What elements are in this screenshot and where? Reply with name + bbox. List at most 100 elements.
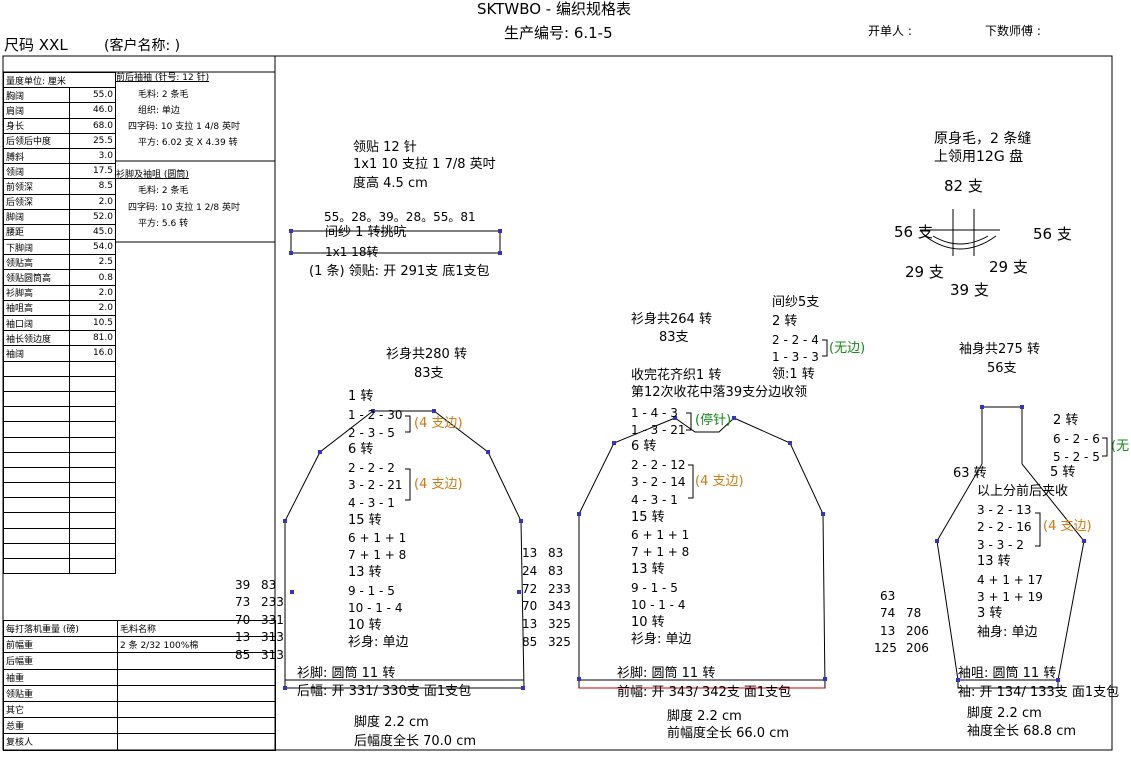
weight-row-label: 复核人 — [3, 733, 118, 751]
back-open: 后幅: 开 331/ 330支 面1支包 — [297, 684, 472, 699]
front-line: 6 + 1 + 1 — [631, 528, 690, 542]
neck-count: 56 支 — [894, 223, 933, 241]
neck-count: 29 支 — [989, 258, 1028, 276]
measure-value: 0.8 — [69, 269, 116, 286]
sleeve-left-num: 206 — [906, 641, 929, 655]
measure-value: 25.5 — [69, 132, 116, 149]
back-line: 衫身: 单边 — [348, 635, 409, 650]
spec1-line: 四字码: 10 支拉 1 4/8 英吋 — [128, 122, 240, 132]
measure-label: 衫脚高 — [3, 284, 70, 301]
back-left-num: 39 — [235, 578, 251, 592]
front-line: 1 - 3 - 21 — [631, 423, 686, 437]
back-right-num: 83 — [548, 546, 564, 560]
back-line: 3 - 2 - 21 — [348, 478, 403, 492]
back-title: 衫身共280 转 — [386, 347, 467, 362]
sleeve-line: 2 转 — [1053, 413, 1079, 428]
front-line: 15 转 — [631, 510, 665, 525]
measure-label: 后领深 — [3, 193, 70, 210]
measure-label: 袖咀高 — [3, 299, 70, 317]
spec1-line: 平方: 6.02 支 X 4.39 转 — [138, 138, 238, 148]
sleeve-hem-height: 脚度 2.2 cm — [967, 706, 1042, 721]
back-line: 15 转 — [348, 513, 382, 528]
front-edge-tag: (4 支边) — [695, 474, 744, 489]
front-line: 10 - 1 - 4 — [631, 598, 686, 612]
front-line: 6 转 — [631, 439, 657, 454]
measure-label: 领贴高 — [3, 254, 70, 271]
back-edge-tag: (4 支边) — [414, 416, 463, 431]
collar-line: 1x1 18转 — [325, 245, 379, 259]
measure-label: 膊斜 — [3, 147, 70, 165]
sleeve-line: 63 转 — [953, 466, 987, 481]
front-line: 13 转 — [631, 562, 665, 577]
measure-label: 袖口阔 — [3, 314, 70, 332]
weight-row-value: 2 条 2/32 100%棉 — [117, 636, 276, 654]
back-line: 2 - 3 - 5 — [348, 426, 395, 440]
back-right-num: 83 — [548, 564, 564, 578]
collar-line: 领贴 12 针 — [353, 140, 417, 155]
front-top-line: 1 - 3 - 3 — [772, 350, 819, 364]
measure-label: 下脚阔 — [3, 239, 70, 256]
sleeve-no-edge-tag: (无 — [1111, 439, 1130, 454]
front-line: 2 - 2 - 12 — [631, 458, 686, 472]
spec2-line: 四字码: 10 支拉 1 2/8 英吋 — [128, 203, 240, 213]
measure-label: 袖阔 — [3, 345, 70, 362]
front-top-line: 间纱5支 — [772, 295, 820, 310]
spec1-line: 组织: 单边 — [138, 106, 180, 116]
back-left-num: 313 — [261, 648, 284, 662]
sleeve-line: 3 - 3 - 2 — [977, 538, 1024, 552]
weight-row-label: 总重 — [3, 717, 118, 735]
sleeve-left-num: 13 — [880, 624, 896, 638]
sleeve-edge-tag: (4 支边) — [1043, 519, 1092, 534]
back-line: 10 转 — [348, 618, 382, 633]
collar-numbers: 55。28。39。28。55。81 — [324, 210, 476, 224]
sleeve-left-num: 74 — [880, 606, 896, 620]
sleeve-line: 2 - 2 - 16 — [977, 520, 1032, 534]
front-line: 4 - 3 - 1 — [631, 493, 678, 507]
front-note: 第12次收花中落39支分边收领 — [631, 385, 808, 400]
measure-value: 2.0 — [69, 284, 116, 301]
sleeve-line: 3 + 1 + 19 — [977, 590, 1043, 604]
front-top-line: 2 - 2 - 4 — [772, 333, 819, 347]
back-right-num: 13 — [522, 617, 538, 631]
back-right-num: 85 — [522, 635, 538, 649]
measure-label: 胸阔 — [3, 87, 70, 104]
spec2-line: 毛料: 2 条毛 — [138, 186, 189, 196]
back-left-num: 70 — [235, 613, 251, 627]
back-left-num: 73 — [235, 595, 251, 609]
sleeve-hem: 袖咀: 圆筒 11 转 — [958, 666, 1057, 681]
measure-value: 81.0 — [69, 330, 116, 347]
front-line: 7 + 1 + 8 — [631, 545, 690, 559]
sleeve-line: 5 - 2 - 5 — [1053, 450, 1100, 464]
measure-value: 68.0 — [69, 117, 116, 134]
sleeve-open: 袖: 开 134/ 133支 面1支包 — [958, 685, 1120, 700]
front-line: 9 - 1 - 5 — [631, 581, 678, 595]
front-length: 前幅度全长 66.0 cm — [667, 726, 790, 741]
measure-value: 2.0 — [69, 193, 116, 210]
collar-line: 1x1 10 支拉 1 7/8 英吋 — [353, 157, 496, 172]
back-right-num: 233 — [548, 582, 571, 596]
measure-value: 2.5 — [69, 254, 116, 271]
back-line: 4 - 3 - 1 — [348, 496, 395, 510]
front-hem: 衫脚: 圆筒 11 转 — [617, 666, 716, 681]
back-right-num: 70 — [522, 599, 538, 613]
sleeve-length: 袖度全长 68.8 cm — [967, 724, 1077, 739]
back-hem: 衫脚: 圆筒 11 转 — [297, 666, 396, 681]
measure-value: 2.0 — [69, 299, 116, 317]
weight-row-label: 前幅重 — [3, 636, 118, 654]
measure-value: 16.0 — [69, 345, 116, 362]
front-no-edge-tag: (无边) — [829, 341, 866, 356]
sleeve-line: 3 转 — [977, 606, 1003, 621]
back-left-num: 85 — [235, 648, 251, 662]
measure-label: 身长 — [3, 117, 70, 134]
collar-line: 度高 4.5 cm — [353, 176, 428, 191]
measure-label: 前领深 — [3, 178, 70, 195]
front-open: 前幅: 开 343/ 342支 面1支包 — [617, 685, 792, 700]
back-left-num: 313 — [261, 630, 284, 644]
front-stop-tag: (停针) — [695, 413, 732, 428]
measure-label: 领贴圆筒高 — [3, 269, 70, 286]
back-right-num: 325 — [548, 635, 571, 649]
sleeve-line: 以上分前后夹收 — [977, 484, 1069, 499]
measure-value: 46.0 — [69, 102, 116, 119]
sleeve-subtitle: 56支 — [987, 361, 1017, 376]
measure-value: 8.5 — [69, 178, 116, 195]
